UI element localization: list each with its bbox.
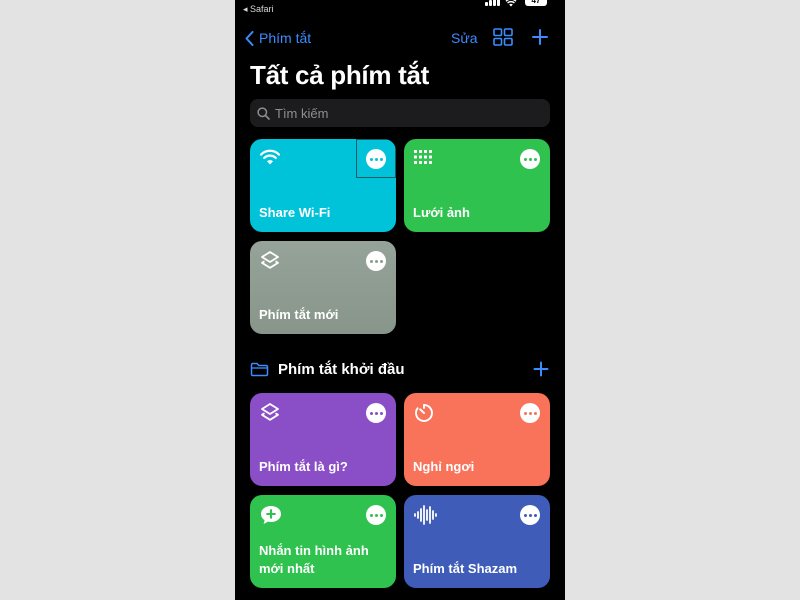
search-field[interactable]: Tìm kiếm <box>250 99 550 127</box>
more-options-button[interactable] <box>366 505 386 525</box>
nav-bar: Phím tắt Sửa <box>235 26 565 50</box>
section-title: Phím tắt khởi đầu <box>278 361 405 378</box>
back-button[interactable]: Phím tắt <box>245 26 311 50</box>
dot <box>523 157 527 161</box>
starter-section-header: Phím tắt khởi đầu <box>250 360 550 380</box>
dot <box>528 513 532 517</box>
search-icon <box>257 106 270 120</box>
more-options-button[interactable] <box>520 149 540 169</box>
dot <box>523 411 527 415</box>
dot <box>528 411 532 415</box>
battery-icon: 47 <box>525 0 547 6</box>
shortcut-label: Phím tắt mới <box>259 307 339 322</box>
chevron-left-icon <box>245 30 254 46</box>
back-button-label: Phím tắt <box>259 30 312 46</box>
dot <box>533 513 537 517</box>
dot <box>379 411 383 415</box>
shortcut-card-new-shortcut[interactable]: Phím tắt mới <box>250 241 396 334</box>
dot <box>369 259 373 263</box>
search-placeholder: Tìm kiếm <box>275 105 329 121</box>
highlight-box <box>356 139 396 178</box>
dot <box>369 513 373 517</box>
shortcut-label: Lưới ảnh <box>413 205 470 220</box>
signal-icon <box>485 2 488 6</box>
status-bar: ◂ Safari 47 <box>235 0 565 20</box>
dot <box>533 411 537 415</box>
dot <box>369 411 373 415</box>
shortcut-card-message-latest-photo[interactable]: Nhắn tin hình ảnh mới nhất <box>250 495 396 588</box>
shortcut-label: Nghỉ ngơi <box>413 459 475 474</box>
shortcut-card-take-a-break[interactable]: Nghỉ ngơi <box>404 393 550 486</box>
more-options-button[interactable] <box>366 403 386 423</box>
edit-button[interactable]: Sửa <box>451 30 478 46</box>
wifi-icon <box>259 149 281 165</box>
dot <box>374 411 378 415</box>
dot <box>528 157 532 161</box>
layers-icon <box>261 251 279 269</box>
status-icons: 47 <box>485 0 549 8</box>
shortcut-label: Nhắn tin hình ảnh mới nhất <box>259 543 369 576</box>
shortcut-card-what-is-shortcut[interactable]: Phím tắt là gì? <box>250 393 396 486</box>
shortcut-label: Phím tắt là gì? <box>259 459 348 474</box>
more-options-button[interactable] <box>520 505 540 525</box>
grid-view-icon[interactable] <box>493 28 513 46</box>
waveform-icon <box>414 505 437 525</box>
message-plus-icon <box>261 506 281 524</box>
dot <box>379 259 383 263</box>
shortcut-card-share-wifi[interactable]: Share Wi-Fi <box>250 139 396 232</box>
phone-screen: ◂ Safari 47 Phím tắt Sửa Tất cả phím tắt… <box>235 0 565 600</box>
timer-icon <box>415 404 433 422</box>
back-to-app-link[interactable]: ◂ Safari <box>243 4 274 15</box>
dot <box>374 259 378 263</box>
signal-bar <box>497 0 500 6</box>
dot <box>374 513 378 517</box>
add-icon[interactable] <box>533 361 549 377</box>
page-title: Tất cả phím tắt <box>250 60 429 90</box>
dot <box>523 513 527 517</box>
signal-bar <box>489 0 492 6</box>
shortcut-label: Share Wi-Fi <box>259 205 331 220</box>
shortcut-card-photo-grid[interactable]: Lưới ảnh <box>404 139 550 232</box>
wifi-status-icon <box>505 0 517 7</box>
dot <box>533 157 537 161</box>
more-options-button[interactable] <box>520 403 540 423</box>
shortcut-card-shazam[interactable]: Phím tắt Shazam <box>404 495 550 588</box>
dot <box>379 513 383 517</box>
signal-bar <box>493 0 496 6</box>
layers-icon <box>261 403 279 421</box>
folder-icon <box>250 362 269 377</box>
more-options-button[interactable] <box>366 251 386 271</box>
shortcut-label: Phím tắt Shazam <box>413 561 518 576</box>
grid-dots-icon <box>414 150 432 164</box>
add-shortcut-button[interactable] <box>531 28 549 46</box>
